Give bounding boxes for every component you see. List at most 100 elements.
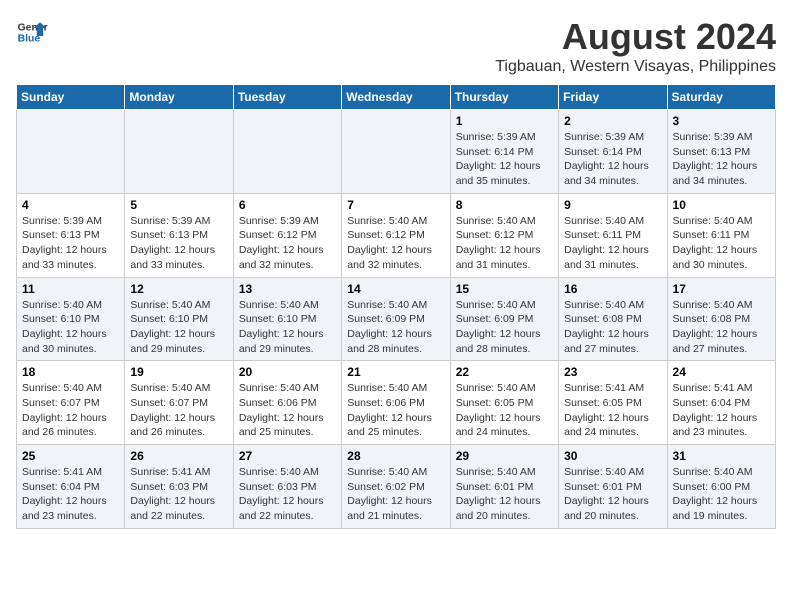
day-info: Sunrise: 5:40 AM Sunset: 6:06 PM Dayligh… bbox=[239, 381, 336, 440]
day-info: Sunrise: 5:40 AM Sunset: 6:12 PM Dayligh… bbox=[456, 214, 553, 273]
day-info: Sunrise: 5:41 AM Sunset: 6:04 PM Dayligh… bbox=[673, 381, 770, 440]
calendar-cell: 10 Sunrise: 5:40 AM Sunset: 6:11 PM Dayli… bbox=[667, 193, 775, 277]
calendar-week-row: 25 Sunrise: 5:41 AM Sunset: 6:04 PM Dayli… bbox=[17, 445, 776, 529]
calendar-cell: 13 Sunrise: 5:40 AM Sunset: 6:10 PM Dayli… bbox=[233, 277, 341, 361]
title-block: August 2024 Tigbauan, Western Visayas, P… bbox=[495, 16, 776, 76]
calendar-cell bbox=[233, 110, 341, 194]
day-of-week-header: Monday bbox=[125, 85, 233, 110]
day-of-week-header: Friday bbox=[559, 85, 667, 110]
calendar-cell bbox=[125, 110, 233, 194]
calendar-week-row: 1 Sunrise: 5:39 AM Sunset: 6:14 PM Daylig… bbox=[17, 110, 776, 194]
calendar-cell: 8Sunrise: 5:40 AM Sunset: 6:12 PM Daylig… bbox=[450, 193, 558, 277]
day-info: Sunrise: 5:40 AM Sunset: 6:09 PM Dayligh… bbox=[456, 298, 553, 357]
day-info: Sunrise: 5:40 AM Sunset: 6:09 PM Dayligh… bbox=[347, 298, 444, 357]
day-number: 18 bbox=[22, 365, 119, 379]
day-number: 23 bbox=[564, 365, 661, 379]
calendar-cell: 28Sunrise: 5:40 AM Sunset: 6:02 PM Dayli… bbox=[342, 445, 450, 529]
day-number: 22 bbox=[456, 365, 553, 379]
day-info: Sunrise: 5:41 AM Sunset: 6:05 PM Dayligh… bbox=[564, 381, 661, 440]
day-number: 13 bbox=[239, 282, 336, 296]
day-info: Sunrise: 5:39 AM Sunset: 6:13 PM Dayligh… bbox=[22, 214, 119, 273]
day-number: 16 bbox=[564, 282, 661, 296]
day-info: Sunrise: 5:40 AM Sunset: 6:05 PM Dayligh… bbox=[456, 381, 553, 440]
calendar-cell: 12 Sunrise: 5:40 AM Sunset: 6:10 PM Dayli… bbox=[125, 277, 233, 361]
day-number: 25 bbox=[22, 449, 119, 463]
day-number: 5 bbox=[130, 198, 227, 212]
calendar-cell: 17 Sunrise: 5:40 AM Sunset: 6:08 PM Dayli… bbox=[667, 277, 775, 361]
day-number: 27 bbox=[239, 449, 336, 463]
calendar-cell: 30Sunrise: 5:40 AM Sunset: 6:01 PM Dayli… bbox=[559, 445, 667, 529]
day-info: Sunrise: 5:40 AM Sunset: 6:03 PM Dayligh… bbox=[239, 465, 336, 524]
day-info: Sunrise: 5:39 AM Sunset: 6:14 PM Dayligh… bbox=[564, 130, 661, 189]
day-info: Sunrise: 5:40 AM Sunset: 6:06 PM Dayligh… bbox=[347, 381, 444, 440]
day-number: 7 bbox=[347, 198, 444, 212]
calendar-cell bbox=[17, 110, 125, 194]
day-number: 21 bbox=[347, 365, 444, 379]
day-number: 14 bbox=[347, 282, 444, 296]
calendar-cell: 21 Sunrise: 5:40 AM Sunset: 6:06 PM Dayli… bbox=[342, 361, 450, 445]
calendar-header-row: SundayMondayTuesdayWednesdayThursdayFrid… bbox=[17, 85, 776, 110]
day-info: Sunrise: 5:40 AM Sunset: 6:07 PM Dayligh… bbox=[130, 381, 227, 440]
day-number: 10 bbox=[673, 198, 770, 212]
day-of-week-header: Wednesday bbox=[342, 85, 450, 110]
day-number: 29 bbox=[456, 449, 553, 463]
page-header: General Blue August 2024 Tigbauan, Weste… bbox=[16, 16, 776, 76]
calendar-week-row: 11 Sunrise: 5:40 AM Sunset: 6:10 PM Dayli… bbox=[17, 277, 776, 361]
day-number: 17 bbox=[673, 282, 770, 296]
calendar-cell: 22 Sunrise: 5:40 AM Sunset: 6:05 PM Dayli… bbox=[450, 361, 558, 445]
day-number: 31 bbox=[673, 449, 770, 463]
day-info: Sunrise: 5:40 AM Sunset: 6:08 PM Dayligh… bbox=[673, 298, 770, 357]
day-number: 4 bbox=[22, 198, 119, 212]
calendar-cell: 31Sunrise: 5:40 AM Sunset: 6:00 PM Dayli… bbox=[667, 445, 775, 529]
day-info: Sunrise: 5:40 AM Sunset: 6:10 PM Dayligh… bbox=[239, 298, 336, 357]
day-info: Sunrise: 5:40 AM Sunset: 6:12 PM Dayligh… bbox=[347, 214, 444, 273]
calendar-cell: 27 Sunrise: 5:40 AM Sunset: 6:03 PM Dayli… bbox=[233, 445, 341, 529]
day-info: Sunrise: 5:40 AM Sunset: 6:01 PM Dayligh… bbox=[456, 465, 553, 524]
day-number: 19 bbox=[130, 365, 227, 379]
day-number: 20 bbox=[239, 365, 336, 379]
day-number: 12 bbox=[130, 282, 227, 296]
day-info: Sunrise: 5:40 AM Sunset: 6:07 PM Dayligh… bbox=[22, 381, 119, 440]
day-info: Sunrise: 5:40 AM Sunset: 6:02 PM Dayligh… bbox=[347, 465, 444, 524]
calendar-cell: 3 Sunrise: 5:39 AM Sunset: 6:13 PM Daylig… bbox=[667, 110, 775, 194]
calendar-cell: 26Sunrise: 5:41 AM Sunset: 6:03 PM Dayli… bbox=[125, 445, 233, 529]
calendar-week-row: 4 Sunrise: 5:39 AM Sunset: 6:13 PM Daylig… bbox=[17, 193, 776, 277]
logo: General Blue bbox=[16, 16, 48, 48]
day-info: Sunrise: 5:40 AM Sunset: 6:10 PM Dayligh… bbox=[22, 298, 119, 357]
calendar-cell: 20 Sunrise: 5:40 AM Sunset: 6:06 PM Dayli… bbox=[233, 361, 341, 445]
day-info: Sunrise: 5:39 AM Sunset: 6:12 PM Dayligh… bbox=[239, 214, 336, 273]
day-number: 11 bbox=[22, 282, 119, 296]
calendar-cell: 1Sunrise: 5:39 AM Sunset: 6:14 PM Daylig… bbox=[450, 110, 558, 194]
day-number: 30 bbox=[564, 449, 661, 463]
page-title: August 2024 bbox=[495, 16, 776, 58]
day-info: Sunrise: 5:41 AM Sunset: 6:04 PM Dayligh… bbox=[22, 465, 119, 524]
calendar-cell: 18 Sunrise: 5:40 AM Sunset: 6:07 PM Dayli… bbox=[17, 361, 125, 445]
day-info: Sunrise: 5:39 AM Sunset: 6:13 PM Dayligh… bbox=[673, 130, 770, 189]
calendar-cell: 11 Sunrise: 5:40 AM Sunset: 6:10 PM Dayli… bbox=[17, 277, 125, 361]
day-info: Sunrise: 5:40 AM Sunset: 6:08 PM Dayligh… bbox=[564, 298, 661, 357]
calendar-cell: 19 Sunrise: 5:40 AM Sunset: 6:07 PM Dayli… bbox=[125, 361, 233, 445]
calendar-cell: 7 Sunrise: 5:40 AM Sunset: 6:12 PM Daylig… bbox=[342, 193, 450, 277]
day-number: 1 bbox=[456, 114, 553, 128]
day-of-week-header: Saturday bbox=[667, 85, 775, 110]
calendar-cell: 16 Sunrise: 5:40 AM Sunset: 6:08 PM Dayli… bbox=[559, 277, 667, 361]
calendar-cell: 9Sunrise: 5:40 AM Sunset: 6:11 PM Daylig… bbox=[559, 193, 667, 277]
day-of-week-header: Thursday bbox=[450, 85, 558, 110]
calendar-cell: 15 Sunrise: 5:40 AM Sunset: 6:09 PM Dayli… bbox=[450, 277, 558, 361]
day-number: 15 bbox=[456, 282, 553, 296]
logo-icon: General Blue bbox=[16, 16, 48, 48]
calendar-cell: 4 Sunrise: 5:39 AM Sunset: 6:13 PM Daylig… bbox=[17, 193, 125, 277]
day-number: 6 bbox=[239, 198, 336, 212]
day-number: 3 bbox=[673, 114, 770, 128]
day-of-week-header: Sunday bbox=[17, 85, 125, 110]
day-number: 26 bbox=[130, 449, 227, 463]
day-info: Sunrise: 5:40 AM Sunset: 6:11 PM Dayligh… bbox=[673, 214, 770, 273]
day-info: Sunrise: 5:40 AM Sunset: 6:10 PM Dayligh… bbox=[130, 298, 227, 357]
day-info: Sunrise: 5:40 AM Sunset: 6:11 PM Dayligh… bbox=[564, 214, 661, 273]
calendar-cell: 6 Sunrise: 5:39 AM Sunset: 6:12 PM Daylig… bbox=[233, 193, 341, 277]
calendar-table: SundayMondayTuesdayWednesdayThursdayFrid… bbox=[16, 84, 776, 529]
calendar-cell: 2Sunrise: 5:39 AM Sunset: 6:14 PM Daylig… bbox=[559, 110, 667, 194]
calendar-cell: 24 Sunrise: 5:41 AM Sunset: 6:04 PM Dayli… bbox=[667, 361, 775, 445]
day-number: 24 bbox=[673, 365, 770, 379]
calendar-cell: 14 Sunrise: 5:40 AM Sunset: 6:09 PM Dayli… bbox=[342, 277, 450, 361]
